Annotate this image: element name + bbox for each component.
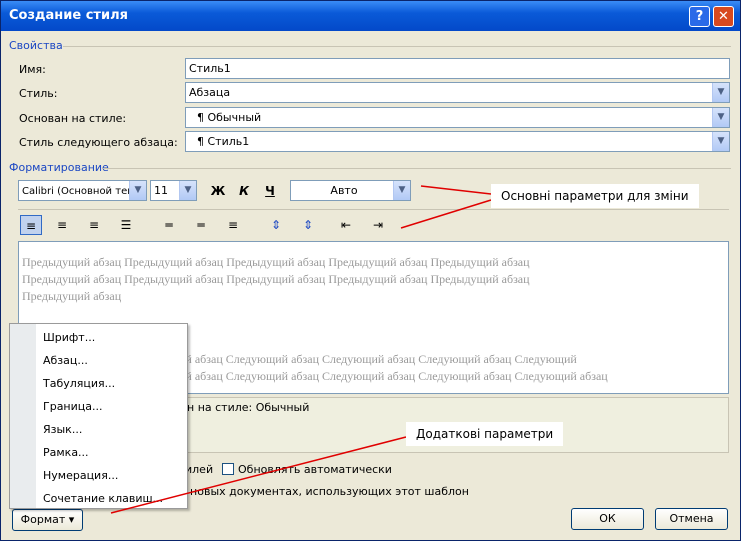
- annotation-line-main-1: [420, 185, 492, 195]
- annotation-line-extra: [110, 436, 407, 514]
- annotation-lines: [110, 185, 492, 514]
- create-style-dialog: Создание стиля ? ✕ Свойства Имя: Стиль1 …: [0, 0, 741, 541]
- annotation-line-main-2: [400, 199, 492, 229]
- annotation-main: Основні параметри для зміни: [491, 184, 699, 208]
- annotation-extra: Додаткові параметри: [406, 422, 564, 446]
